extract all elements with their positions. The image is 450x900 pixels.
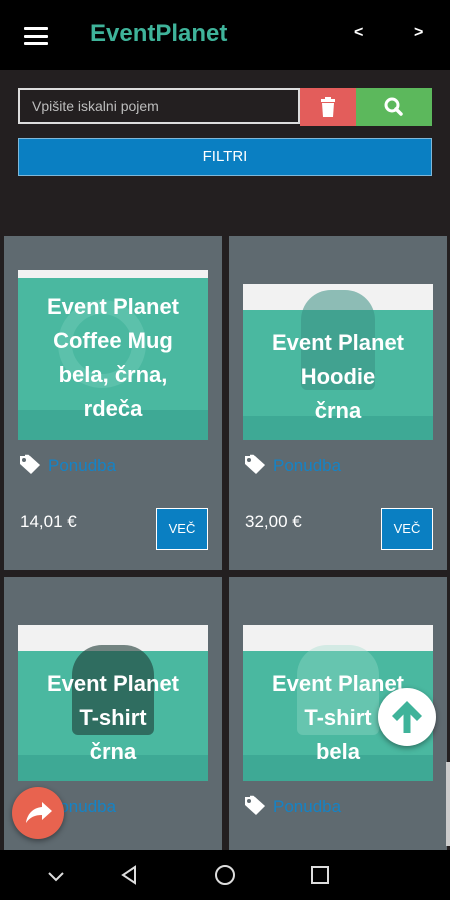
tag-icon — [20, 454, 40, 474]
product-title: Event Planet Hoodie črna — [271, 330, 405, 423]
search-button[interactable] — [356, 88, 432, 126]
arrow-up-icon — [392, 701, 422, 733]
tag-label[interactable]: Ponudba — [48, 456, 116, 476]
nav-down-icon[interactable] — [46, 866, 66, 886]
nav-back-icon[interactable] — [118, 864, 140, 886]
product-price: 32,00 € — [245, 512, 302, 531]
share-button[interactable] — [12, 787, 64, 839]
more-button[interactable]: VEČ — [381, 508, 433, 550]
tag-label[interactable]: Ponudba — [273, 797, 341, 817]
search-icon — [384, 97, 403, 116]
trash-icon — [321, 97, 335, 117]
clear-search-button[interactable] — [300, 88, 356, 126]
system-nav-bar — [0, 850, 450, 900]
tag-icon — [245, 454, 265, 474]
filter-button[interactable]: FILTRI — [18, 138, 432, 176]
scrollbar[interactable] — [446, 762, 450, 846]
prev-button[interactable]: < — [354, 24, 363, 42]
nav-recents-icon[interactable] — [310, 865, 330, 885]
next-button[interactable]: > — [414, 24, 423, 42]
app-title: EventPlanet — [90, 20, 228, 47]
product-card[interactable]: Event Planet Coffee Mug bela, črna, rdeč… — [4, 236, 222, 570]
search-input[interactable] — [18, 88, 300, 124]
nav-home-icon[interactable] — [214, 864, 236, 886]
tag-icon — [245, 795, 265, 815]
scroll-top-button[interactable] — [378, 688, 436, 746]
product-price: 14,01 € — [20, 512, 77, 531]
more-button[interactable]: VEČ — [156, 508, 208, 550]
product-card[interactable]: Event Planet Hoodie črna Ponudba 32,00 €… — [229, 236, 447, 570]
product-title: Event Planet Coffee Mug bela, črna, rdeč… — [46, 294, 180, 421]
product-title: Event Planet T-shirt črna — [46, 671, 180, 764]
tag-label[interactable]: Ponudba — [273, 456, 341, 476]
menu-icon[interactable] — [24, 27, 48, 45]
share-icon — [26, 802, 52, 823]
app-bar: EventPlanet < > — [0, 0, 450, 70]
